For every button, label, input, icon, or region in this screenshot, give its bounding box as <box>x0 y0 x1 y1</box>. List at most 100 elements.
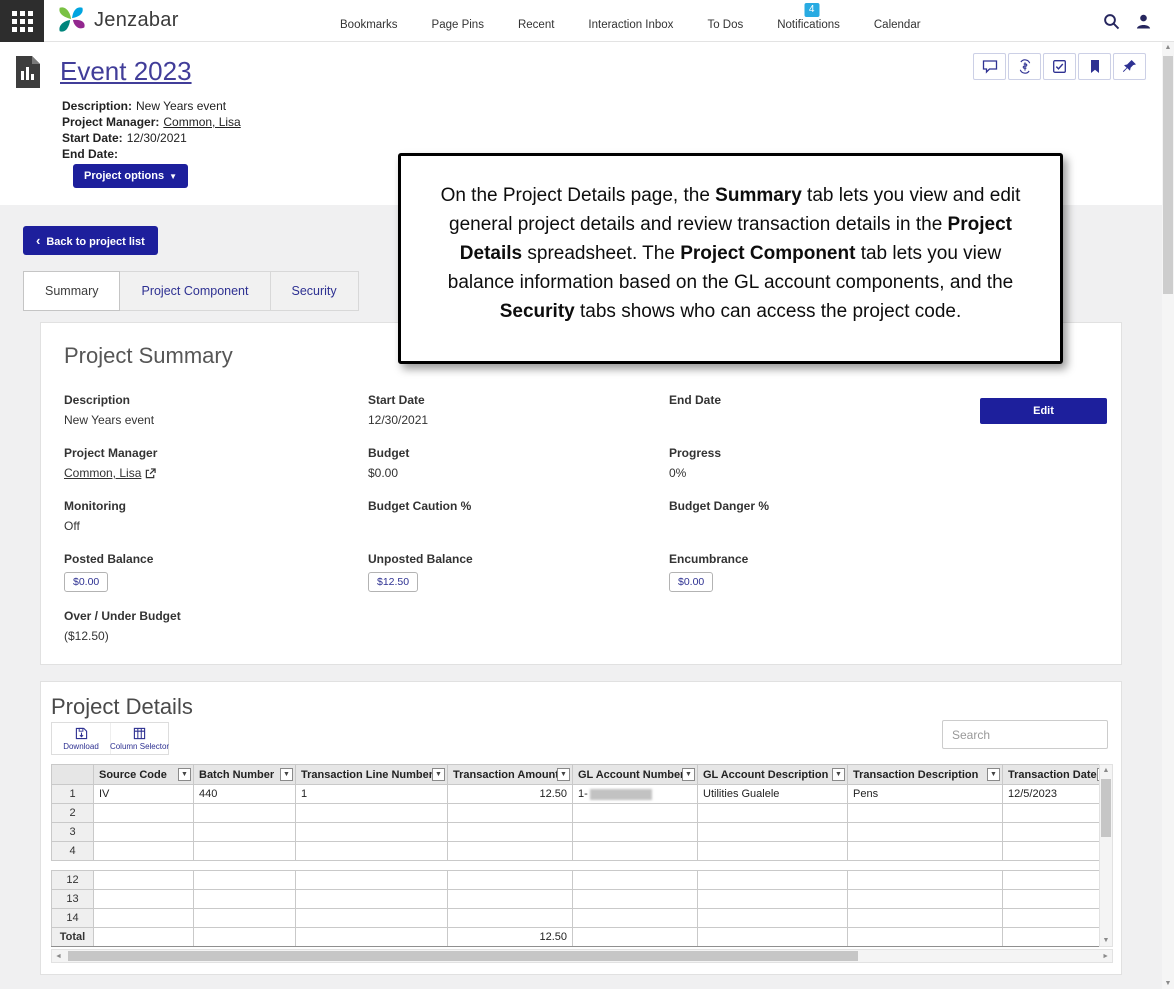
cell[interactable] <box>94 890 194 909</box>
page-scroll-down-icon[interactable]: ▼ <box>1162 980 1174 987</box>
cell[interactable] <box>94 842 194 861</box>
filter-icon[interactable]: ▼ <box>557 768 570 781</box>
cell[interactable] <box>94 909 194 928</box>
nav-item-recent[interactable]: Recent <box>518 19 554 31</box>
page-scroll-thumb[interactable] <box>1163 56 1173 294</box>
tab-summary[interactable]: Summary <box>23 271 120 311</box>
cell[interactable] <box>848 842 1003 861</box>
download-button[interactable]: Download <box>52 723 110 754</box>
cell[interactable] <box>573 890 698 909</box>
page-title[interactable]: Event 2023 <box>60 56 192 87</box>
cell[interactable] <box>194 842 296 861</box>
scroll-down-icon[interactable]: ▼ <box>1100 937 1112 944</box>
nav-item-interaction-inbox[interactable]: Interaction Inbox <box>588 19 673 31</box>
cell[interactable] <box>1003 871 1100 890</box>
cell[interactable] <box>698 804 848 823</box>
transactions-icon[interactable] <box>1008 53 1041 80</box>
apps-menu-button[interactable] <box>0 0 44 42</box>
col-header-gl-account-number[interactable]: GL Account Number▼ <box>573 765 698 785</box>
col-header-transaction-description[interactable]: Transaction Description▼ <box>848 765 1003 785</box>
cell[interactable] <box>194 823 296 842</box>
bookmark-icon[interactable] <box>1078 53 1111 80</box>
cell[interactable] <box>1003 823 1100 842</box>
cell[interactable]: 1- <box>573 785 698 804</box>
col-header-source-code[interactable]: Source Code▼ <box>94 765 194 785</box>
nav-item-page-pins[interactable]: Page Pins <box>432 19 484 31</box>
cell[interactable] <box>573 909 698 928</box>
scroll-up-icon[interactable]: ▲ <box>1100 767 1112 774</box>
search-icon[interactable] <box>1103 13 1120 30</box>
table-vertical-scrollbar[interactable]: ▲ ▼ <box>1099 764 1113 947</box>
tab-project-component[interactable]: Project Component <box>120 271 270 311</box>
cell[interactable] <box>848 909 1003 928</box>
nav-item-calendar[interactable]: Calendar <box>874 19 921 31</box>
cell[interactable] <box>848 871 1003 890</box>
balance-chip[interactable]: $0.00 <box>64 572 108 592</box>
column-selector-button[interactable]: Column Selector <box>110 723 168 754</box>
page-scroll-up-icon[interactable]: ▲ <box>1162 44 1174 51</box>
project-manager-link[interactable]: Common, Lisa <box>163 115 240 129</box>
horizontal-scroll-thumb[interactable] <box>68 951 858 961</box>
cell[interactable] <box>448 871 573 890</box>
balance-chip[interactable]: $0.00 <box>669 572 713 592</box>
tab-security[interactable]: Security <box>271 271 359 311</box>
scroll-right-icon[interactable]: ► <box>1102 951 1109 962</box>
cell[interactable] <box>848 890 1003 909</box>
cell[interactable] <box>698 909 848 928</box>
cell[interactable]: IV <box>94 785 194 804</box>
cell[interactable] <box>296 842 448 861</box>
cell[interactable] <box>1003 909 1100 928</box>
col-header-transaction-line-number[interactable]: Transaction Line Number▼ <box>296 765 448 785</box>
cell[interactable] <box>448 890 573 909</box>
cell[interactable] <box>848 823 1003 842</box>
filter-icon[interactable]: ▼ <box>178 768 191 781</box>
filter-icon[interactable]: ▼ <box>432 768 445 781</box>
cell[interactable] <box>1003 890 1100 909</box>
pin-icon[interactable] <box>1113 53 1146 80</box>
cell[interactable] <box>698 890 848 909</box>
brand[interactable]: Jenzabar <box>56 5 179 35</box>
project-options-button[interactable]: Project options▼ <box>73 164 188 188</box>
cell[interactable]: 12/5/2023 <box>1003 785 1100 804</box>
cell[interactable] <box>296 823 448 842</box>
cell[interactable] <box>94 871 194 890</box>
cell[interactable] <box>194 804 296 823</box>
filter-icon[interactable]: ▼ <box>987 768 1000 781</box>
cell[interactable] <box>573 871 698 890</box>
cell[interactable] <box>94 804 194 823</box>
cell[interactable] <box>194 909 296 928</box>
search-input[interactable] <box>942 720 1108 749</box>
cell[interactable] <box>296 890 448 909</box>
cell[interactable]: Utilities Gualele <box>698 785 848 804</box>
cell[interactable] <box>698 823 848 842</box>
cell[interactable] <box>573 823 698 842</box>
cell[interactable] <box>448 804 573 823</box>
cell[interactable] <box>573 804 698 823</box>
cell[interactable] <box>194 890 296 909</box>
project-manager-link[interactable]: Common, Lisa <box>64 466 141 480</box>
cell[interactable] <box>448 909 573 928</box>
cell[interactable]: 1 <box>296 785 448 804</box>
table-horizontal-scrollbar[interactable]: ◄ ► <box>51 949 1113 963</box>
nav-item-to-dos[interactable]: To Dos <box>707 19 743 31</box>
col-header-transaction-amount[interactable]: Transaction Amount▼ <box>448 765 573 785</box>
cell[interactable] <box>296 871 448 890</box>
col-header-gl-account-description[interactable]: GL Account Description▼ <box>698 765 848 785</box>
comment-icon[interactable] <box>973 53 1006 80</box>
col-header-batch-number[interactable]: Batch Number▼ <box>194 765 296 785</box>
cell[interactable]: 440 <box>194 785 296 804</box>
scroll-left-icon[interactable]: ◄ <box>55 951 62 962</box>
back-to-project-list-button[interactable]: ‹Back to project list <box>23 226 158 255</box>
tasks-icon[interactable] <box>1043 53 1076 80</box>
cell[interactable] <box>698 871 848 890</box>
cell[interactable] <box>296 804 448 823</box>
filter-icon[interactable]: ▼ <box>832 768 845 781</box>
cell[interactable] <box>698 842 848 861</box>
balance-chip[interactable]: $12.50 <box>368 572 418 592</box>
col-header-transaction-date[interactable]: Transaction Date▼ <box>1003 765 1100 785</box>
filter-icon[interactable]: ▼ <box>280 768 293 781</box>
user-icon[interactable] <box>1135 13 1152 30</box>
filter-icon[interactable]: ▼ <box>682 768 695 781</box>
cell[interactable] <box>1003 804 1100 823</box>
cell[interactable] <box>848 804 1003 823</box>
